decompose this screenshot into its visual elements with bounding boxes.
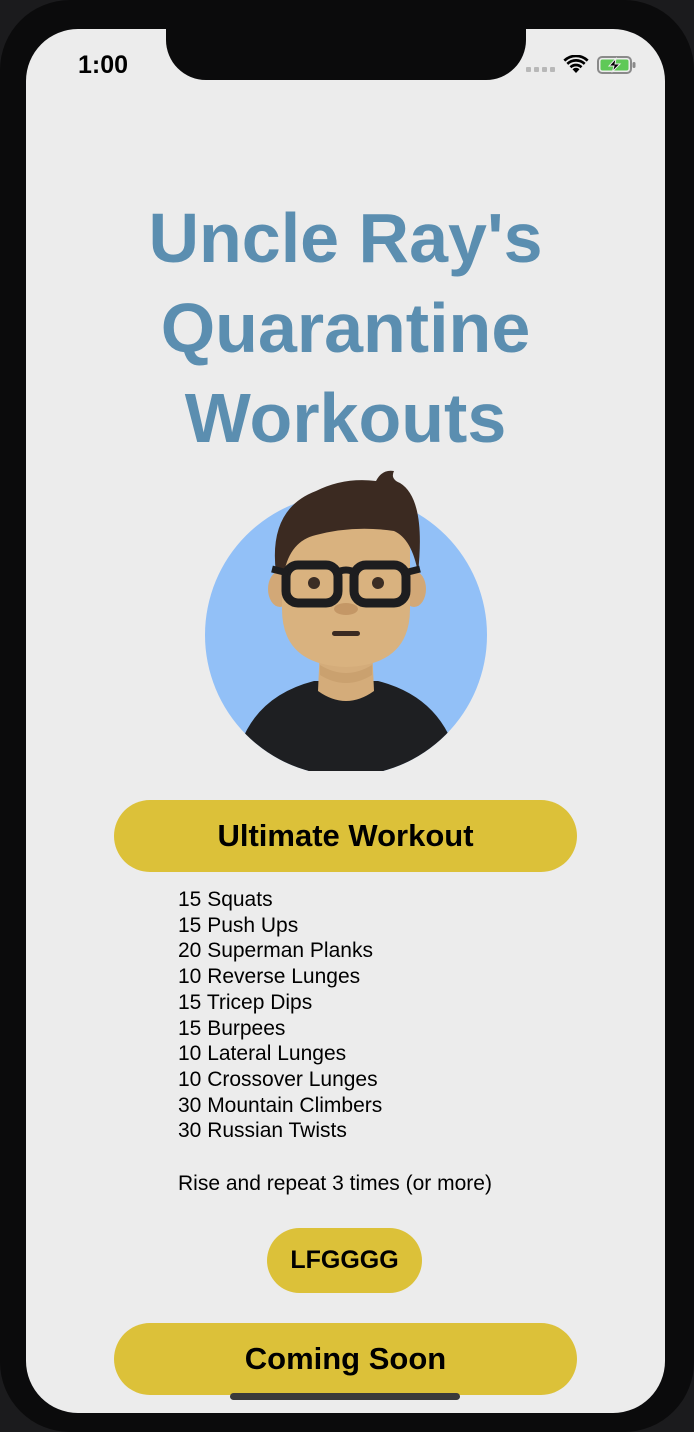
home-indicator[interactable]	[230, 1393, 460, 1400]
status-icons	[526, 55, 637, 75]
phone-frame: 1:00 Uncle Ray's Quarantine Workouts Ult…	[0, 0, 694, 1432]
ultimate-workout-button[interactable]: Ultimate Workout	[114, 800, 577, 872]
list-item: 30 Russian Twists	[178, 1119, 347, 1143]
list-item: 10 Lateral Lunges	[178, 1042, 347, 1066]
repeat-note: Rise and repeat 3 times (or more)	[178, 1172, 492, 1195]
exercise-list: 15 Squats 15 Push Ups 20 Superman Planks…	[178, 887, 382, 1144]
page-title: Uncle Ray's Quarantine Workouts	[26, 193, 665, 463]
list-item: 20 Superman Planks	[178, 939, 373, 963]
list-item: 30 Mountain Climbers	[178, 1093, 383, 1117]
phone-screen: 1:00 Uncle Ray's Quarantine Workouts Ult…	[26, 29, 665, 1413]
lfg-button[interactable]: LFGGGG	[267, 1228, 422, 1293]
list-item: 10 Crossover Lunges	[178, 1067, 378, 1091]
status-time: 1:00	[78, 51, 129, 79]
list-item: 15 Squats	[178, 888, 273, 911]
notch	[166, 29, 526, 80]
wifi-icon	[563, 55, 589, 73]
cellular-signal-icon	[526, 58, 555, 72]
title-line: Uncle Ray's	[148, 199, 543, 277]
title-line: Workouts	[184, 379, 507, 457]
list-item: 15 Tricep Dips	[178, 990, 313, 1014]
list-item: 15 Push Ups	[178, 913, 299, 937]
list-item: 15 Burpees	[178, 1016, 286, 1040]
list-item: 10 Reverse Lunges	[178, 965, 361, 989]
title-line: Quarantine	[160, 289, 531, 367]
battery-charging-icon	[597, 56, 636, 74]
avatar-memoji-icon	[205, 470, 487, 771]
coming-soon-button[interactable]: Coming Soon	[114, 1323, 577, 1395]
